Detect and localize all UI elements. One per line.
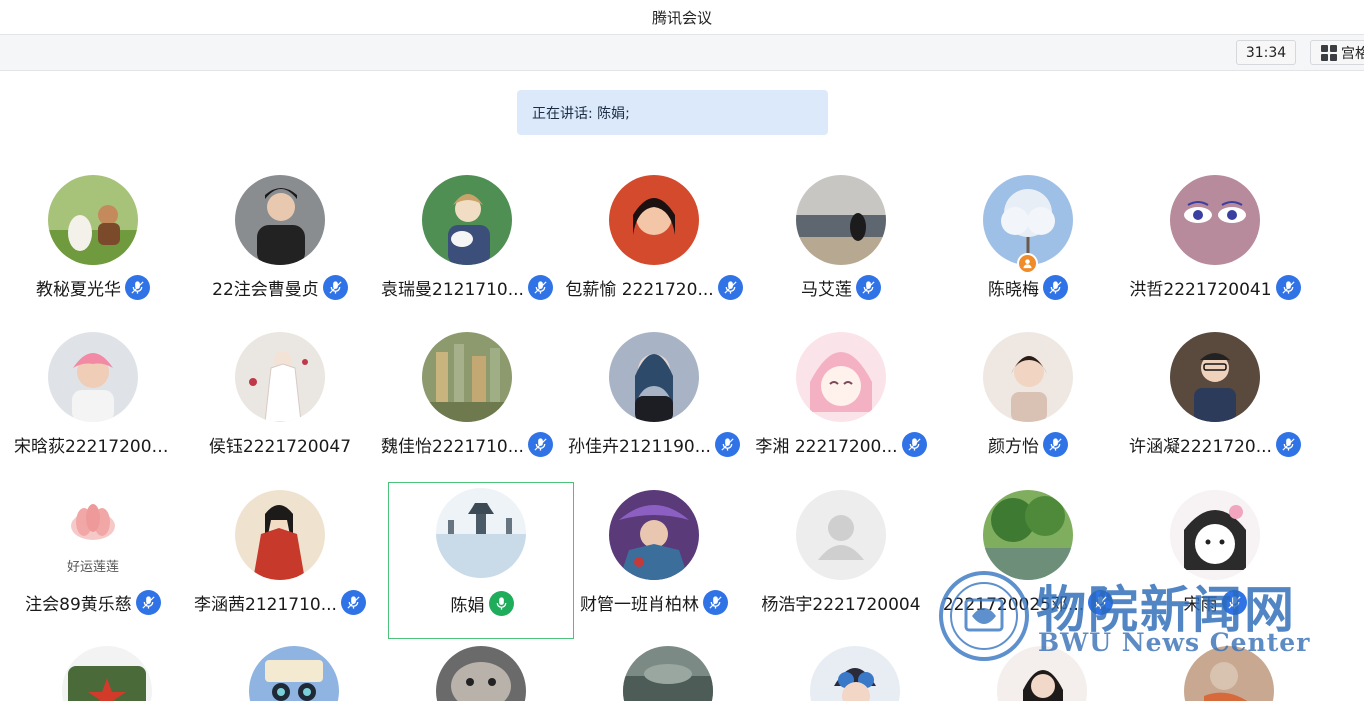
- participant-name: 许涵凝2221720...: [1129, 437, 1272, 457]
- microphone-icon[interactable]: [901, 432, 927, 457]
- participant-name: 李湘 22217200...: [755, 437, 898, 457]
- participant-tile[interactable]: 许涵凝2221720...: [1122, 314, 1308, 471]
- layout-label: 宫格: [1341, 45, 1364, 62]
- participant-name: 陈晓梅: [988, 280, 1039, 300]
- participant-tile[interactable]: 李湘 22217200...: [748, 314, 934, 471]
- participant-name: 教秘夏光华: [36, 280, 121, 300]
- layout-switch-button[interactable]: 宫格: [1310, 40, 1364, 65]
- participant-avatar: [235, 490, 325, 580]
- participant-name: 孙佳卉2121190...: [568, 437, 711, 457]
- participant-avatar: [983, 332, 1073, 422]
- participant-tile[interactable]: 孙佳卉2121190...: [561, 314, 747, 471]
- microphone-icon[interactable]: [488, 591, 514, 616]
- participant-tile[interactable]: 包薪愉 2221720...: [561, 157, 747, 314]
- participant-avatar: [422, 175, 512, 265]
- participant-name: 马艾莲: [801, 280, 852, 300]
- participant-tile[interactable]: 侯钰2221720047: [187, 314, 373, 471]
- microphone-icon[interactable]: [1043, 432, 1068, 457]
- participant-tile[interactable]: 宋晗荻2221720052: [0, 314, 186, 471]
- window-title: 腾讯会议: [651, 8, 712, 27]
- participant-name: 侯钰2221720047: [208, 437, 352, 457]
- participant-avatar[interactable]: [810, 646, 900, 701]
- participant-avatar: [609, 490, 699, 580]
- microphone-icon[interactable]: [135, 590, 161, 615]
- participant-tile[interactable]: 魏佳怡2221710...: [374, 314, 560, 471]
- participant-avatar: [796, 175, 886, 265]
- participant-name: 李涵茜2121710...: [194, 595, 337, 615]
- participant-name: 洪哲2221720041: [1129, 280, 1272, 300]
- participant-name: 宋晗荻2221720052: [14, 437, 172, 457]
- meeting-timer: 31:34: [1236, 40, 1296, 65]
- participant-tile[interactable]: 财管一班肖柏林: [561, 472, 747, 629]
- participant-avatar[interactable]: [62, 646, 152, 701]
- microphone-icon[interactable]: [340, 590, 366, 615]
- participant-tile[interactable]: 陈晓梅: [935, 157, 1121, 314]
- participant-name: 包薪愉 2221720...: [565, 280, 714, 300]
- microphone-icon[interactable]: [717, 275, 743, 300]
- participant-avatar: [1170, 490, 1260, 580]
- participant-tile[interactable]: 颜方怡: [935, 314, 1121, 471]
- participant-tile[interactable]: 洪哲2221720041: [1122, 157, 1308, 314]
- participant-avatar: [235, 175, 325, 265]
- speaking-banner: 正在讲话: 陈娟;: [517, 90, 828, 135]
- participant-name: 颜方怡: [988, 437, 1039, 457]
- microphone-icon[interactable]: [1275, 275, 1301, 300]
- window-titlebar: 腾讯会议: [0, 0, 1364, 34]
- news-watermark: 物院新闻网 BWU News Center: [938, 570, 1311, 662]
- avatar-caption: 好运莲莲: [66, 560, 119, 575]
- participant-tile[interactable]: 好运莲莲 注会89黄乐慈: [0, 472, 186, 629]
- participant-name: 陈娟: [450, 596, 485, 616]
- watermark-english: BWU News Center: [1038, 628, 1311, 657]
- microphone-icon[interactable]: [1275, 432, 1301, 457]
- participant-avatar: [983, 490, 1073, 580]
- microphone-icon[interactable]: [1043, 275, 1068, 300]
- participant-tile[interactable]: 袁瑞曼2121710...: [374, 157, 560, 314]
- microphone-icon[interactable]: [714, 432, 740, 457]
- participant-avatar: [48, 332, 138, 422]
- host-badge-icon: [1017, 253, 1038, 274]
- microphone-icon[interactable]: [322, 275, 348, 300]
- microphone-icon[interactable]: [125, 275, 150, 300]
- participant-name: 财管一班肖柏林: [580, 595, 699, 615]
- participant-name: 袁瑞曼2121710...: [381, 280, 524, 300]
- grid-layout-icon: [1321, 44, 1337, 61]
- participant-name: 杨浩宇2221720004: [761, 595, 921, 615]
- participant-avatar: [436, 488, 526, 578]
- school-seal-icon: [939, 571, 1029, 661]
- participant-avatar: [235, 332, 325, 422]
- microphone-icon[interactable]: [856, 275, 881, 300]
- microphone-icon[interactable]: [527, 432, 553, 457]
- participant-avatar[interactable]: [623, 646, 713, 701]
- participant-avatar: [983, 175, 1073, 265]
- participant-avatar: [48, 175, 138, 265]
- participant-name: 魏佳怡2221710...: [381, 437, 524, 457]
- participant-avatar[interactable]: [436, 646, 526, 701]
- participant-tile[interactable]: 李涵茜2121710...: [187, 472, 373, 629]
- microphone-icon[interactable]: [527, 275, 553, 300]
- top-toolbar: 31:34 宫格: [0, 34, 1364, 71]
- participant-avatar: [422, 332, 512, 422]
- participant-avatar: [1170, 175, 1260, 265]
- participant-avatar[interactable]: [249, 646, 339, 701]
- participant-tile-active-speaker[interactable]: 陈娟: [388, 482, 574, 639]
- participant-avatar: [609, 175, 699, 265]
- participant-name: 22注会曹曼贞: [212, 280, 319, 300]
- participant-tile[interactable]: 22注会曹曼贞: [187, 157, 373, 314]
- microphone-icon[interactable]: [703, 590, 728, 615]
- participant-name: 注会89黄乐慈: [25, 595, 132, 615]
- participant-avatar: [796, 332, 886, 422]
- participant-tile[interactable]: 教秘夏光华: [0, 157, 186, 314]
- participant-tile[interactable]: 马艾莲: [748, 157, 934, 314]
- participant-avatar: [609, 332, 699, 422]
- default-avatar-icon: [796, 490, 886, 580]
- participant-tile[interactable]: 杨浩宇2221720004: [748, 472, 934, 629]
- participant-avatar: [1170, 332, 1260, 422]
